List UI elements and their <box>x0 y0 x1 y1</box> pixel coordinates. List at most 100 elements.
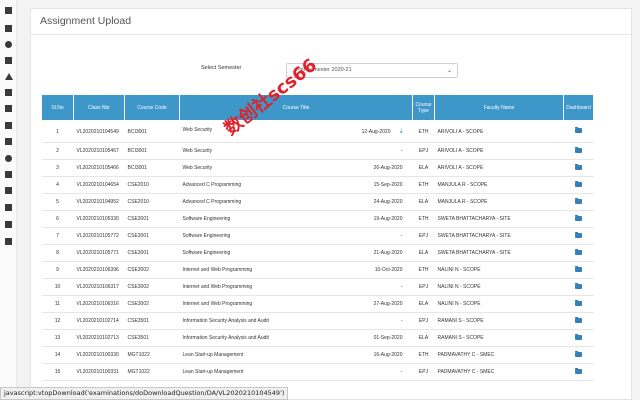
rupee-icon[interactable] <box>5 204 12 211</box>
row-due-date: - <box>400 233 403 239</box>
row-dashboard-cell <box>563 244 594 262</box>
row-faculty-name: SWETA BHATTACHARYA - SITE <box>434 244 564 262</box>
row-due-date: - <box>400 369 403 375</box>
folder-open-icon[interactable] <box>575 350 582 357</box>
table-row: 1 VL2020210104549 BCI3001 Web Security 12-Au… <box>41 120 594 143</box>
row-course-code: CSE3001 <box>124 227 180 245</box>
row-sl-no: 1 <box>41 120 74 143</box>
building-icon[interactable] <box>5 105 12 112</box>
row-due-date: 15-Sep-2020 <box>373 182 403 188</box>
row-due-date: 19-Aug-2020 <box>373 216 403 222</box>
row-due-date: - <box>400 318 403 324</box>
info-icon[interactable] <box>5 41 12 48</box>
row-course-title-cell: Web Security 26-Aug-2020 <box>179 159 413 177</box>
id-card-icon[interactable] <box>5 171 12 178</box>
table-header-row: Sl.No Class Nbr Course Code Course Title… <box>41 94 594 121</box>
row-class-nbr: VL2020210106317 <box>73 278 125 296</box>
table-row: 11 VL2020210106316 CSE3002 Internet and Web… <box>41 295 594 313</box>
header-course-code: Course Code <box>124 94 180 121</box>
table-row: 7 VL2020210105772 CSE3001 Software Engineer… <box>41 227 594 245</box>
row-dashboard-cell <box>563 120 594 143</box>
row-faculty-name: RAMANI S - SCOPE <box>434 329 564 347</box>
folder-open-icon[interactable] <box>575 180 582 187</box>
row-faculty-name: MANJULA R - SCOPE <box>434 193 564 211</box>
folder-open-icon[interactable] <box>575 197 582 204</box>
row-course-type: ELA <box>412 159 435 177</box>
folder-open-icon[interactable] <box>575 127 582 133</box>
document-icon[interactable] <box>5 221 12 228</box>
table-row: 10 VL2020210106317 CSE3002 Internet and Web… <box>41 278 594 296</box>
menu-icon[interactable] <box>5 7 12 14</box>
row-sl-no: 5 <box>41 193 74 211</box>
row-faculty-name: PADMAVATHY C - SMEC <box>434 363 564 381</box>
row-course-title: Software Engineering <box>182 233 231 239</box>
paw-icon[interactable] <box>5 57 12 64</box>
row-course-type: EPJ <box>412 312 435 330</box>
row-course-code: CSE3002 <box>124 261 180 279</box>
status-bar-url: javascript:vtopDownload('examinations/do… <box>0 387 289 400</box>
row-course-title-cell: Web Security - <box>179 142 413 160</box>
row-class-nbr: VL2020210105467 <box>73 142 125 160</box>
table-row: 2 VL2020210105467 BCI3001 Web Security - EPJ A… <box>41 142 594 160</box>
row-course-title-cell: Software Engineering 19-Aug-2020 <box>179 210 413 228</box>
table-row: 14 VL2020210100330 MGT1022 Lean Start-up Ma… <box>41 346 594 364</box>
row-course-type: ETH <box>412 210 435 228</box>
row-dashboard-cell <box>563 363 594 381</box>
row-class-nbr: VL2020210105330 <box>73 210 125 228</box>
row-course-title: Advanced C Programming <box>182 199 242 205</box>
row-due-date: 12-Aug-2020 <box>361 128 391 135</box>
flag-icon[interactable] <box>5 122 12 129</box>
assignment-table: Sl.No Class Nbr Course Code Course Title… <box>41 94 594 381</box>
header-sl-no: Sl.No <box>41 94 74 121</box>
row-sl-no: 7 <box>41 227 74 245</box>
table-row: 9 VL2020210106396 CSE3002 Internet and Web … <box>41 261 594 279</box>
row-course-code: MGT1022 <box>124 363 180 381</box>
folder-open-icon[interactable] <box>575 163 582 170</box>
table-row: 5 VL2020210104952 CSE2010 Advanced C Progra… <box>41 193 594 211</box>
folder-open-icon[interactable] <box>575 146 582 153</box>
row-class-nbr: VL2020210100330 <box>73 346 125 364</box>
semester-label: Select Semester <box>201 65 242 71</box>
list-icon[interactable] <box>5 187 12 194</box>
folder-open-icon[interactable] <box>575 299 582 306</box>
row-faculty-name: MANJULA R - SCOPE <box>434 176 564 194</box>
row-faculty-name: NALINI N - SCOPE <box>434 278 564 296</box>
header-course-type: Course Type <box>412 94 435 121</box>
row-course-type: ETH <box>412 346 435 364</box>
row-course-title: Web Security <box>182 127 213 133</box>
row-course-title: Software Engineering <box>182 250 231 256</box>
row-course-code: CSE3001 <box>124 244 180 262</box>
row-course-title-cell: Information Security Analysis and Audit - <box>179 312 413 330</box>
row-course-title-cell: Web Security 12-Aug-2020 ⤓ <box>179 120 413 143</box>
row-course-title: Advanced C Programming <box>182 182 242 188</box>
row-course-type: ELA <box>412 295 435 313</box>
row-sl-no: 10 <box>41 278 74 296</box>
header-dashboard: Dashboard <box>563 94 594 121</box>
folder-open-icon[interactable] <box>575 265 582 272</box>
folder-open-icon[interactable] <box>575 367 582 374</box>
row-faculty-name: RAMANI S - SCOPE <box>434 312 564 330</box>
folder-open-icon[interactable] <box>575 248 582 255</box>
row-sl-no: 4 <box>41 176 74 194</box>
folder-open-icon[interactable] <box>575 214 582 221</box>
row-faculty-name: NALINI N - SCOPE <box>434 261 564 279</box>
download-icon[interactable]: ⤓ <box>400 128 403 135</box>
row-class-nbr: VL2020210104654 <box>73 176 125 194</box>
graduation-cap-icon[interactable] <box>5 73 13 80</box>
row-course-code: BCI3001 <box>124 142 180 160</box>
library-icon[interactable] <box>5 138 12 145</box>
row-dashboard-cell <box>563 176 594 194</box>
folder-open-icon[interactable] <box>575 231 582 238</box>
bank-icon[interactable] <box>5 89 12 96</box>
row-course-code: CSE3002 <box>124 278 180 296</box>
header-class-nbr: Class Nbr <box>73 94 125 121</box>
row-faculty-name: SWETA BHATTACHARYA - SITE <box>434 227 564 245</box>
folder-open-icon[interactable] <box>575 316 582 323</box>
briefcase-icon[interactable] <box>5 25 12 32</box>
table-row: 3 VL2020210105466 BCI3001 Web Security 26-Au… <box>41 159 594 177</box>
shield-icon[interactable] <box>5 238 12 245</box>
row-faculty-name: ARIVOLI A - SCOPE <box>434 142 564 160</box>
folder-open-icon[interactable] <box>575 282 582 289</box>
circle-icon[interactable] <box>5 155 12 162</box>
folder-open-icon[interactable] <box>575 333 582 340</box>
